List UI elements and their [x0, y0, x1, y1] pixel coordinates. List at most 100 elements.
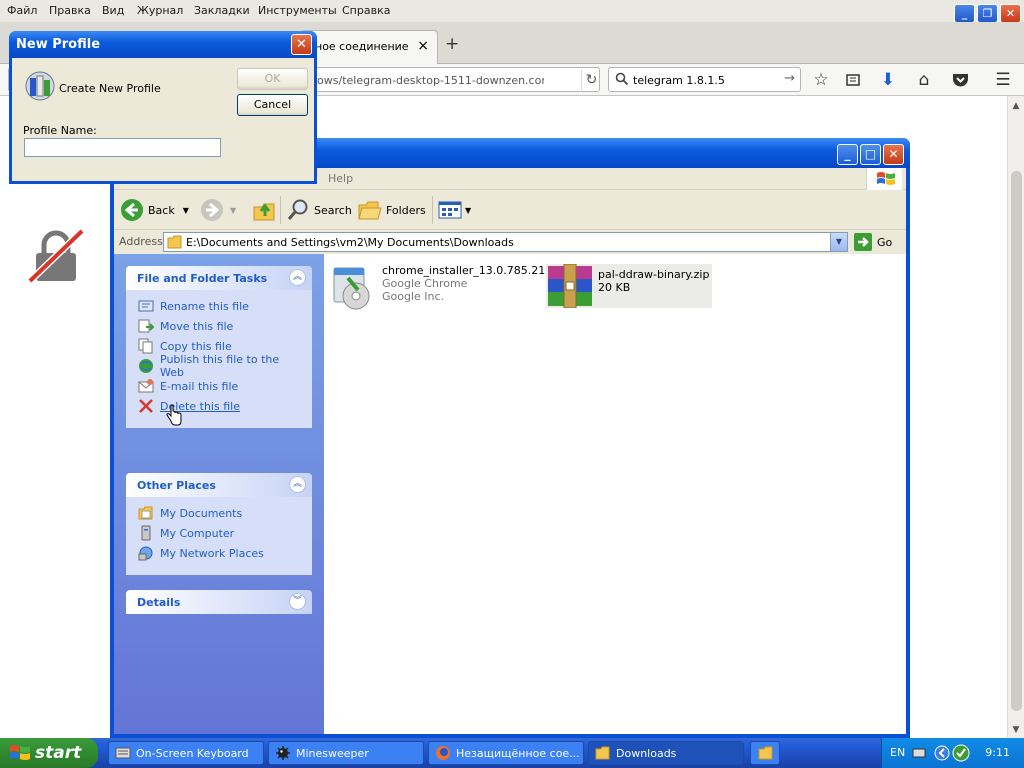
menu-view[interactable]: Вид — [102, 4, 124, 17]
scroll-up-icon[interactable]: ▲ — [1008, 98, 1024, 114]
folders-icon — [358, 201, 382, 220]
task-email[interactable]: E-mail this file — [138, 376, 302, 396]
tab-close-icon[interactable]: × — [417, 38, 429, 54]
language-indicator[interactable]: EN — [890, 746, 905, 759]
back-arrow-icon — [121, 199, 143, 221]
profile-name-input[interactable] — [24, 138, 221, 157]
task-button-label: Незащищённое сое... — [456, 746, 580, 760]
explorer-body: Help Back ▼ ▼ Search Folders ▼ Address E… — [114, 168, 906, 734]
insecure-lock-icon — [27, 228, 85, 284]
explorer-close-button[interactable]: ✕ — [883, 144, 904, 165]
panel-header[interactable]: Other Places ︽ — [126, 473, 312, 497]
reload-icon[interactable]: ↻ — [581, 70, 601, 90]
expand-icon[interactable]: ︾ — [289, 593, 306, 610]
explorer-window: _ □ ✕ Help Back ▼ ▼ Search Folders ▼ Add… — [110, 138, 910, 738]
menu-icon[interactable]: ☰ — [991, 68, 1015, 92]
place-my-documents[interactable]: My Documents — [138, 503, 302, 523]
network-tray-icon[interactable] — [952, 744, 970, 762]
menu-tools[interactable]: Инструменты — [258, 4, 337, 17]
task-rename[interactable]: Rename this file — [138, 296, 302, 316]
search-go-icon[interactable]: → — [784, 71, 795, 86]
task-delete[interactable]: Delete this file — [138, 396, 302, 416]
menu-file[interactable]: Файл — [7, 4, 37, 17]
system-tray: EN 9:11 — [881, 738, 1024, 768]
pocket-icon[interactable] — [948, 68, 972, 92]
up-folder-button[interactable] — [252, 196, 278, 224]
search-icon — [287, 199, 308, 220]
up-folder-icon — [253, 203, 275, 221]
file-list: chrome_installer_13.0.785.21... Google C… — [324, 254, 906, 734]
search-bar[interactable]: telegram 1.8.1.5 → — [608, 67, 801, 92]
task-label: Copy this file — [160, 339, 232, 353]
keyboard-tray-icon[interactable] — [912, 747, 926, 759]
place-my-computer[interactable]: My Computer — [138, 523, 302, 543]
back-button[interactable]: Back ▼ — [120, 196, 189, 224]
dialog-close-button[interactable]: ✕ — [291, 34, 312, 55]
network-places-icon — [138, 546, 153, 561]
reading-list-icon[interactable] — [841, 68, 865, 92]
collapse-icon[interactable]: ︽ — [289, 269, 306, 286]
panel-header[interactable]: Details ︾ — [126, 590, 312, 614]
views-dropdown-icon[interactable]: ▼ — [465, 206, 471, 215]
file-folder-tasks-panel: File and Folder Tasks ︽ Rename this file… — [126, 266, 312, 428]
keyboard-icon — [115, 747, 131, 759]
close-button[interactable]: ✕ — [1000, 4, 1021, 23]
explorer-maximize-button[interactable]: □ — [860, 144, 881, 165]
file-item-pal-ddraw[interactable]: pal-ddraw-binary.zip 20 KB — [546, 264, 713, 308]
restore-button[interactable]: ❐ — [977, 4, 998, 23]
taskbar-minesweeper[interactable]: Minesweeper — [268, 741, 424, 765]
place-label: My Documents — [160, 506, 243, 520]
menu-edit[interactable]: Правка — [49, 4, 91, 17]
scroll-down-icon[interactable]: ▼ — [1008, 722, 1024, 738]
start-button[interactable]: start — [0, 738, 98, 768]
task-publish[interactable]: Publish this file to the Web — [138, 353, 302, 379]
firefox-tab[interactable]: ное соединение × — [300, 30, 438, 64]
taskbar-osk[interactable]: On-Screen Keyboard — [108, 741, 264, 765]
my-computer-icon — [141, 525, 151, 541]
place-my-network[interactable]: My Network Places — [138, 543, 302, 563]
taskbar-firefox[interactable]: Незащищённое сое... — [428, 741, 584, 765]
task-button-label: Minesweeper — [296, 746, 369, 760]
search-button[interactable]: Search — [286, 196, 352, 224]
file-item-chrome-installer[interactable]: chrome_installer_13.0.785.21... Google C… — [330, 264, 556, 312]
cancel-button[interactable]: Cancel — [237, 94, 308, 116]
file-company: Google Chrome — [382, 277, 468, 290]
firefox-window-controls: _ ❐ ✕ — [954, 2, 1024, 23]
winrar-archive-icon — [548, 264, 592, 308]
tray-arrow-icon[interactable] — [934, 745, 950, 761]
task-button-label: Downloads — [616, 746, 677, 760]
ok-button[interactable]: OK — [237, 68, 308, 90]
star-icon[interactable]: ☆ — [809, 68, 833, 92]
minimize-button[interactable]: _ — [954, 4, 975, 23]
page-scrollbar[interactable]: ▲ ▼ — [1007, 96, 1024, 740]
forward-button[interactable]: ▼ — [200, 196, 236, 224]
menu-help[interactable]: Help — [328, 172, 353, 185]
address-bar: Address E:\Documents and Settings\vm2\My… — [114, 230, 906, 254]
menu-bookmarks[interactable]: Закладки — [194, 4, 250, 17]
file-name: chrome_installer_13.0.785.21... — [382, 264, 556, 277]
dialog-titlebar[interactable]: New Profile ✕ — [9, 31, 317, 58]
back-dropdown-icon[interactable]: ▼ — [183, 206, 189, 215]
copy-icon — [138, 338, 153, 354]
menu-help[interactable]: Справка — [342, 4, 390, 17]
address-dropdown-icon[interactable]: ▼ — [830, 233, 847, 251]
collapse-icon[interactable]: ︽ — [289, 476, 306, 493]
views-button[interactable]: ▼ — [438, 196, 471, 224]
panel-header[interactable]: File and Folder Tasks ︽ — [126, 266, 312, 290]
explorer-minimize-button[interactable]: _ — [837, 144, 858, 165]
task-move[interactable]: Move this file — [138, 316, 302, 336]
address-path: E:\Documents and Settings\vm2\My Documen… — [186, 236, 514, 249]
forward-dropdown-icon[interactable]: ▼ — [230, 206, 236, 215]
download-icon[interactable]: ⬇ — [876, 68, 900, 92]
menu-history[interactable]: Журнал — [137, 4, 183, 17]
go-button[interactable]: Go — [854, 233, 892, 251]
folders-button[interactable]: Folders — [358, 196, 426, 224]
taskbar-extra[interactable] — [750, 741, 780, 765]
home-icon[interactable]: ⌂ — [912, 68, 936, 92]
address-field[interactable]: E:\Documents and Settings\vm2\My Documen… — [163, 232, 848, 252]
taskbar-downloads[interactable]: Downloads — [588, 741, 744, 765]
email-icon — [138, 379, 154, 393]
scroll-thumb[interactable] — [1011, 171, 1022, 711]
views-icon — [438, 201, 462, 219]
new-tab-icon[interactable]: + — [445, 34, 459, 54]
